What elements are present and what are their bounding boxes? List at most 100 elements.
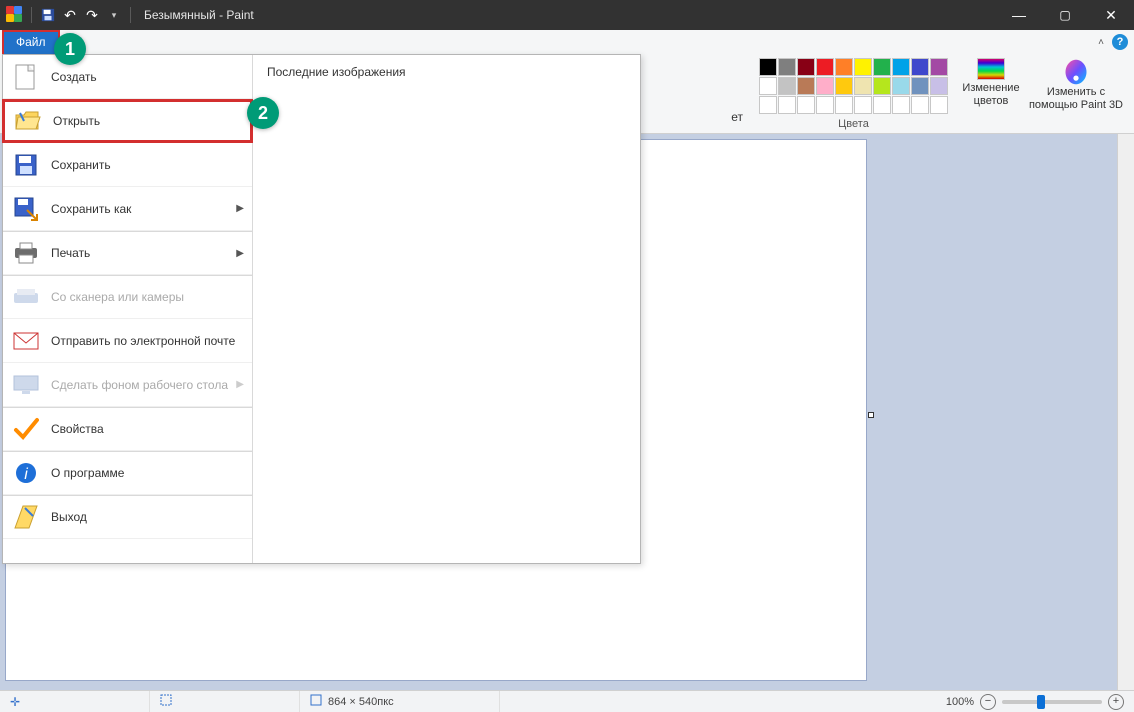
file-menu-exit[interactable]: Выход [3,495,252,539]
file-menu-items: Создать Открыть Сохранить Сохранить как … [3,55,253,563]
minimize-button[interactable]: — [996,0,1042,30]
file-menu: Создать Открыть Сохранить Сохранить как … [2,54,641,564]
color-swatch[interactable] [816,96,834,114]
window-controls: — ▢ ✕ [996,0,1134,30]
image-size-icon [310,694,322,709]
new-file-icon [11,62,41,92]
window-title: Безымянный - Paint [144,8,254,22]
color-swatch[interactable] [797,77,815,95]
paint-logo-icon [6,6,24,24]
close-button[interactable]: ✕ [1088,0,1134,30]
file-menu-scanner-label: Со сканера или камеры [51,290,244,304]
status-bar: ✛ 864 × 540пкс 100% − + [0,690,1134,712]
file-menu-print[interactable]: Печать ▶ [3,231,252,275]
undo-icon[interactable]: ↶ [61,6,79,24]
color-swatch[interactable] [816,77,834,95]
color-swatch[interactable] [930,96,948,114]
paint3d-button[interactable]: Изменить с помощью Paint 3D [1026,54,1126,112]
file-menu-wallpaper-label: Сделать фоном рабочего стола [51,378,236,392]
edit-colors-button[interactable]: Изменение цветов [956,54,1026,108]
desktop-icon [11,370,41,400]
color-swatch[interactable] [816,58,834,76]
color-swatch[interactable] [911,58,929,76]
file-tab[interactable]: Файл [2,30,60,54]
color-swatch[interactable] [759,96,777,114]
color-swatch[interactable] [797,96,815,114]
printer-icon [11,238,41,268]
color-swatch[interactable] [854,77,872,95]
help-icon[interactable]: ? [1112,34,1128,50]
color-swatch[interactable] [911,96,929,114]
selection-size-icon [160,694,172,709]
file-menu-properties[interactable]: Свойства [3,407,252,451]
color-swatch[interactable] [873,58,891,76]
zoom-out-button[interactable]: − [980,694,996,710]
color-swatch[interactable] [854,58,872,76]
color-swatch[interactable] [759,58,777,76]
recent-images-title: Последние изображения [267,65,626,79]
file-menu-email[interactable]: Отправить по электронной почте [3,319,252,363]
status-image-size-text: 864 × 540пкс [328,696,394,708]
file-menu-new[interactable]: Создать [3,55,252,99]
color-swatch[interactable] [778,58,796,76]
status-spacer [500,691,936,712]
maximize-button[interactable]: ▢ [1042,0,1088,30]
color-swatch[interactable] [759,77,777,95]
exit-icon [11,502,41,532]
zoom-slider-thumb[interactable] [1037,695,1045,709]
color-swatch[interactable] [930,77,948,95]
status-cursor-pos: ✛ [0,691,150,712]
file-menu-scanner: Со сканера или камеры [3,275,252,319]
qat-dropdown-icon[interactable]: ▾ [105,6,123,24]
color-swatch[interactable] [854,96,872,114]
file-menu-about[interactable]: i О программе [3,451,252,495]
file-menu-exit-label: Выход [51,510,244,524]
zoom-controls: 100% − + [936,694,1134,710]
color-swatch[interactable] [778,96,796,114]
vertical-scrollbar[interactable] [1117,134,1134,690]
color-swatch[interactable] [835,77,853,95]
resize-handle-right[interactable] [868,412,874,418]
file-menu-open[interactable]: Открыть [2,99,253,143]
paint3d-icon [1062,58,1090,86]
file-menu-properties-label: Свойства [51,422,244,436]
truncated-label: ет [715,54,743,124]
color-swatch[interactable] [892,96,910,114]
color-swatch[interactable] [797,58,815,76]
redo-icon[interactable]: ↷ [83,6,101,24]
save-icon[interactable] [39,6,57,24]
edit-colors-icon [977,58,1005,80]
email-icon [11,326,41,356]
color-swatch[interactable] [911,77,929,95]
file-menu-email-label: Отправить по электронной почте [51,334,244,348]
zoom-slider[interactable] [1002,700,1102,704]
color-swatch[interactable] [892,58,910,76]
file-menu-wallpaper: Сделать фоном рабочего стола ▶ [3,363,252,407]
submenu-arrow-icon: ▶ [236,379,244,390]
color-swatch[interactable] [892,77,910,95]
color-swatch[interactable] [873,96,891,114]
color-swatch[interactable] [835,96,853,114]
zoom-in-button[interactable]: + [1108,694,1124,710]
checkmark-icon [11,414,41,444]
file-menu-print-label: Печать [51,246,236,260]
file-menu-new-label: Создать [51,70,244,84]
submenu-arrow-icon: ▶ [236,203,244,214]
file-menu-save[interactable]: Сохранить [3,143,252,187]
colors-group: Цвета [751,54,956,130]
collapse-ribbon-icon[interactable]: ˄ [1098,37,1104,48]
edit-colors-label: Изменение цветов [958,82,1024,108]
file-menu-about-label: О программе [51,466,244,480]
color-swatch[interactable] [835,58,853,76]
file-menu-save-as[interactable]: Сохранить как ▶ [3,187,252,231]
status-selection-size [150,691,300,712]
open-folder-icon [13,106,43,136]
color-swatch[interactable] [778,77,796,95]
color-swatch[interactable] [873,77,891,95]
color-palette [759,58,948,114]
save-file-icon [11,150,41,180]
colors-group-label: Цвета [838,118,869,130]
cursor-pos-icon: ✛ [10,695,20,709]
color-swatch[interactable] [930,58,948,76]
annotation-2: 2 [247,97,279,129]
